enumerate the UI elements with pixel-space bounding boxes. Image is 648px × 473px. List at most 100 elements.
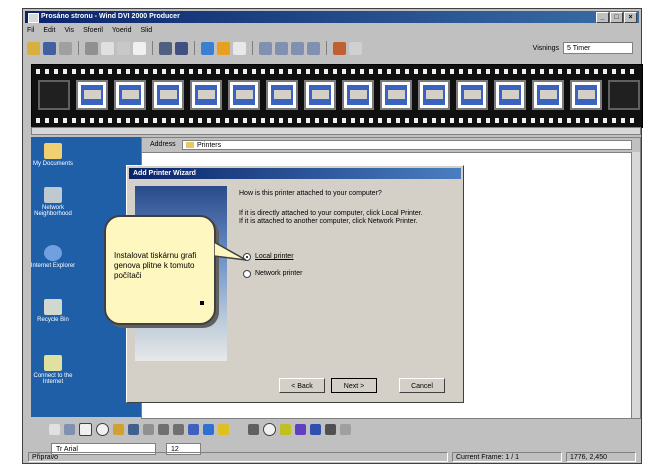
undo-icon[interactable] [133, 41, 146, 55]
desktop-icon-network[interactable]: Network Neighborhood [23, 187, 83, 217]
select-icon[interactable] [49, 423, 60, 435]
shadow-icon[interactable] [325, 423, 336, 435]
line-style-icon[interactable] [248, 423, 259, 435]
maximize-button[interactable]: □ [610, 12, 623, 23]
address-input[interactable]: Printers [182, 140, 632, 150]
last-frame-icon[interactable] [307, 41, 320, 55]
rotate-icon[interactable] [158, 423, 169, 435]
desktop-icon-label: Connect to the Internet [33, 373, 73, 385]
first-frame-icon[interactable] [259, 41, 272, 55]
explorer-scrollbar[interactable] [631, 152, 640, 418]
next-frame-icon[interactable] [291, 41, 304, 55]
film-frame[interactable] [76, 80, 108, 110]
film-icon[interactable] [159, 41, 172, 55]
menu-video[interactable]: Yoerid [112, 25, 132, 36]
record-icon[interactable] [217, 41, 230, 55]
shape-icon[interactable] [113, 423, 124, 435]
internet-icon [44, 245, 62, 261]
desktop-icon-connect[interactable]: Connect to the Internet [23, 355, 83, 385]
menu-bar: Fil Edit Vis Sfoeril Yoerid Slid [27, 25, 152, 36]
help-icon[interactable] [349, 41, 362, 55]
wizard-title: Add Printer Wizard [129, 168, 461, 179]
callout-tooltip: Instalovat tiskárnu grafi genova plitne … [104, 215, 216, 325]
next-button[interactable]: Next > [331, 378, 377, 393]
connect-icon [44, 355, 62, 371]
close-button[interactable]: × [624, 12, 637, 23]
title-bar: Prosáno stronu - Wind DVI 2000 Producer … [25, 11, 639, 23]
film-frame[interactable] [304, 80, 336, 110]
film-frame[interactable] [570, 80, 602, 110]
flip-icon[interactable] [173, 423, 184, 435]
film-perforation-bottom [36, 118, 638, 123]
open-icon[interactable] [27, 41, 40, 55]
film-frame[interactable] [456, 80, 488, 110]
text-icon[interactable] [218, 423, 229, 435]
print-icon[interactable] [59, 41, 72, 55]
cancel-button[interactable]: Cancel [399, 378, 445, 393]
film-frame[interactable] [190, 80, 222, 110]
fill-color-icon[interactable] [280, 423, 291, 435]
menu-file[interactable]: Fil [27, 25, 34, 36]
film-perforation-top [36, 69, 638, 74]
minimize-button[interactable]: _ [596, 12, 609, 23]
film-frame[interactable] [342, 80, 374, 110]
film-frame-thumbnail [423, 85, 445, 105]
menu-edit[interactable]: Edit [43, 25, 55, 36]
zoom-select[interactable]: 5 Timer [563, 42, 633, 54]
network-icon [44, 187, 62, 203]
menu-view[interactable]: Vis [64, 25, 74, 36]
wizard-question: How is this printer attached to your com… [239, 190, 382, 197]
bring-front-icon[interactable] [203, 423, 214, 435]
film-frame[interactable] [380, 80, 412, 110]
film-frame[interactable] [532, 80, 564, 110]
desktop-icon-recycle-bin[interactable]: Recycle Bin [23, 299, 83, 323]
network-printer-label[interactable]: Network printer [255, 270, 302, 277]
film-frame-thumbnail [157, 85, 179, 105]
film-frame[interactable] [228, 80, 260, 110]
arrow-icon[interactable] [143, 423, 154, 435]
previous-frame-icon[interactable] [275, 41, 288, 55]
local-printer-label[interactable]: Local printer [255, 253, 294, 260]
film-frame-thumbnail [309, 85, 331, 105]
callout-text: Instalovat tiskárnu grafi genova plitne … [114, 251, 197, 280]
play-icon[interactable] [201, 41, 214, 55]
storyboard-icon[interactable] [175, 41, 188, 55]
film-frame[interactable] [608, 80, 640, 110]
copy-icon[interactable] [101, 41, 114, 55]
film-frame-dialog-thumbnail [578, 90, 595, 99]
film-frame[interactable] [152, 80, 184, 110]
network-printer-radio[interactable] [243, 270, 251, 278]
line-icon[interactable] [64, 423, 75, 435]
save-icon[interactable] [43, 41, 56, 55]
group-icon[interactable] [188, 423, 199, 435]
film-frame[interactable] [266, 80, 298, 110]
desktop-icon-label: Internet Explorer [30, 263, 76, 269]
back-button[interactable]: < Back [279, 378, 325, 393]
stop-icon[interactable] [233, 41, 246, 55]
drawing-toolbar [49, 421, 611, 437]
film-frame[interactable] [494, 80, 526, 110]
pen-icon[interactable] [233, 423, 244, 435]
line-color-icon[interactable] [295, 423, 306, 435]
menu-slide[interactable]: Slid [141, 25, 153, 36]
film-frame[interactable] [418, 80, 450, 110]
menu-effects[interactable]: Sfoeril [83, 25, 103, 36]
rectangle-icon[interactable] [79, 422, 92, 436]
film-frame[interactable] [38, 80, 70, 110]
image-icon[interactable] [128, 423, 139, 435]
callout-marker [200, 301, 204, 305]
desktop-icon-my-documents[interactable]: My Documents [23, 143, 83, 167]
cut-icon[interactable] [85, 41, 98, 55]
desktop-icon-internet[interactable]: Internet Explorer [23, 245, 83, 269]
timer-icon[interactable] [263, 422, 276, 436]
3d-icon[interactable] [340, 423, 351, 435]
film-frame[interactable] [114, 80, 146, 110]
film-frame-thumbnail [385, 85, 407, 105]
film-frame-dialog-thumbnail [312, 90, 329, 99]
ellipse-icon[interactable] [96, 422, 109, 436]
wizard-description: If it is directly attached to your compu… [239, 210, 423, 225]
paste-icon[interactable] [117, 41, 130, 55]
font-color-icon[interactable] [310, 423, 321, 435]
properties-icon[interactable] [333, 41, 346, 55]
filmstrip-scrollbar[interactable] [31, 127, 641, 135]
